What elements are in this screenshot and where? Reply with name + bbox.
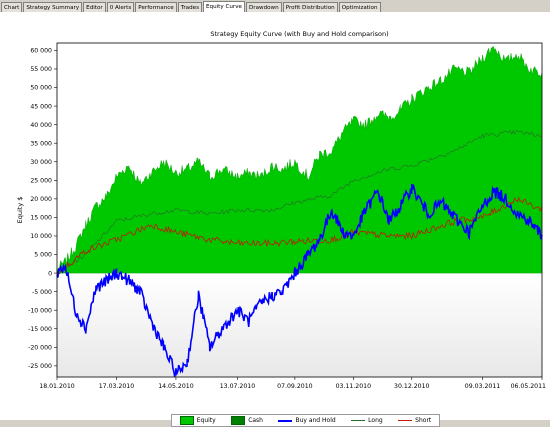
tab-drawdown[interactable]: Drawdown — [245, 2, 282, 12]
legend-label: Buy and Hold — [295, 417, 336, 424]
tab-equity-curve[interactable]: Equity Curve — [202, 1, 245, 12]
legend-item-buy-and-hold: Buy and Hold — [278, 417, 336, 424]
tab-performance[interactable]: Performance — [135, 2, 177, 12]
x-tick-label: 03.11.2010 — [336, 383, 371, 390]
legend-swatch — [179, 416, 194, 425]
x-tick-label: 14.05.2010 — [158, 383, 193, 390]
y-tick-label: -10 000 — [28, 307, 52, 314]
y-tick-label: 45 000 — [30, 103, 52, 110]
y-tick-label: 0 — [48, 270, 52, 277]
y-tick-label: -25 000 — [28, 363, 52, 370]
chart-title: Strategy Equity Curve (with Buy and Hold… — [210, 30, 388, 38]
plot-background-lower — [57, 273, 542, 377]
x-tick-label: 18.01.2010 — [39, 383, 74, 390]
legend-swatch — [351, 420, 366, 421]
x-tick-label: 17.03.2010 — [99, 383, 134, 390]
y-tick-label: 30 000 — [30, 159, 52, 166]
equity-chart: Strategy Equity Curve (with Buy and Hold… — [16, 30, 546, 390]
y-tick-label: 10 000 — [30, 233, 52, 240]
y-tick-label: 25 000 — [30, 178, 52, 185]
y-tick-label: 20 000 — [30, 196, 52, 203]
y-tick-label: 15 000 — [30, 215, 52, 222]
legend-item-cash: Cash — [231, 416, 263, 425]
x-tick-label: 30.12.2010 — [394, 383, 429, 390]
y-tick-label: -5 000 — [32, 289, 52, 296]
y-axis-label: Equity $ — [16, 197, 24, 224]
x-tick-label: 06.05.2011 — [511, 383, 546, 390]
tab-chart[interactable]: Chart — [1, 2, 23, 12]
legend-label: Long — [368, 417, 383, 424]
chart-panel: Strategy Equity Curve (with Buy and Hold… — [0, 12, 550, 427]
x-tick-label: 07.09.2010 — [277, 383, 312, 390]
legend-item-equity: Equity — [179, 416, 216, 425]
y-tick-label: 5 000 — [34, 252, 52, 259]
chart-legend: Equity Cash Buy and Hold Long Short — [171, 414, 440, 427]
y-tick-label: 55 000 — [30, 66, 52, 73]
legend-item-short: Short — [398, 417, 431, 424]
legend-label: Short — [415, 417, 432, 424]
x-tick-label: 09.03.2011 — [465, 383, 500, 390]
legend-swatch — [398, 420, 413, 421]
y-tick-label: 50 000 — [30, 85, 52, 92]
legend-swatch — [231, 416, 246, 425]
y-tick-label: 40 000 — [30, 122, 52, 129]
tab-optimization[interactable]: Optimization — [338, 2, 381, 12]
legend-item-long: Long — [351, 417, 383, 424]
y-tick-label: 60 000 — [30, 48, 52, 55]
tab-profit-distribution[interactable]: Profit Distribution — [282, 2, 338, 12]
x-tick-label: 13.07.2010 — [220, 383, 255, 390]
tab-strategy-summary[interactable]: Strategy Summary — [23, 2, 83, 12]
legend-label: Cash — [248, 417, 263, 424]
tab-0-alerts[interactable]: 0 Alerts — [106, 2, 135, 12]
y-tick-label: -15 000 — [28, 326, 52, 333]
y-tick-label: 35 000 — [30, 140, 52, 147]
y-tick-label: -20 000 — [28, 345, 52, 352]
tab-trades[interactable]: Trades — [177, 2, 202, 12]
legend-label: Equity — [196, 417, 216, 424]
tab-editor[interactable]: Editor — [83, 2, 106, 12]
